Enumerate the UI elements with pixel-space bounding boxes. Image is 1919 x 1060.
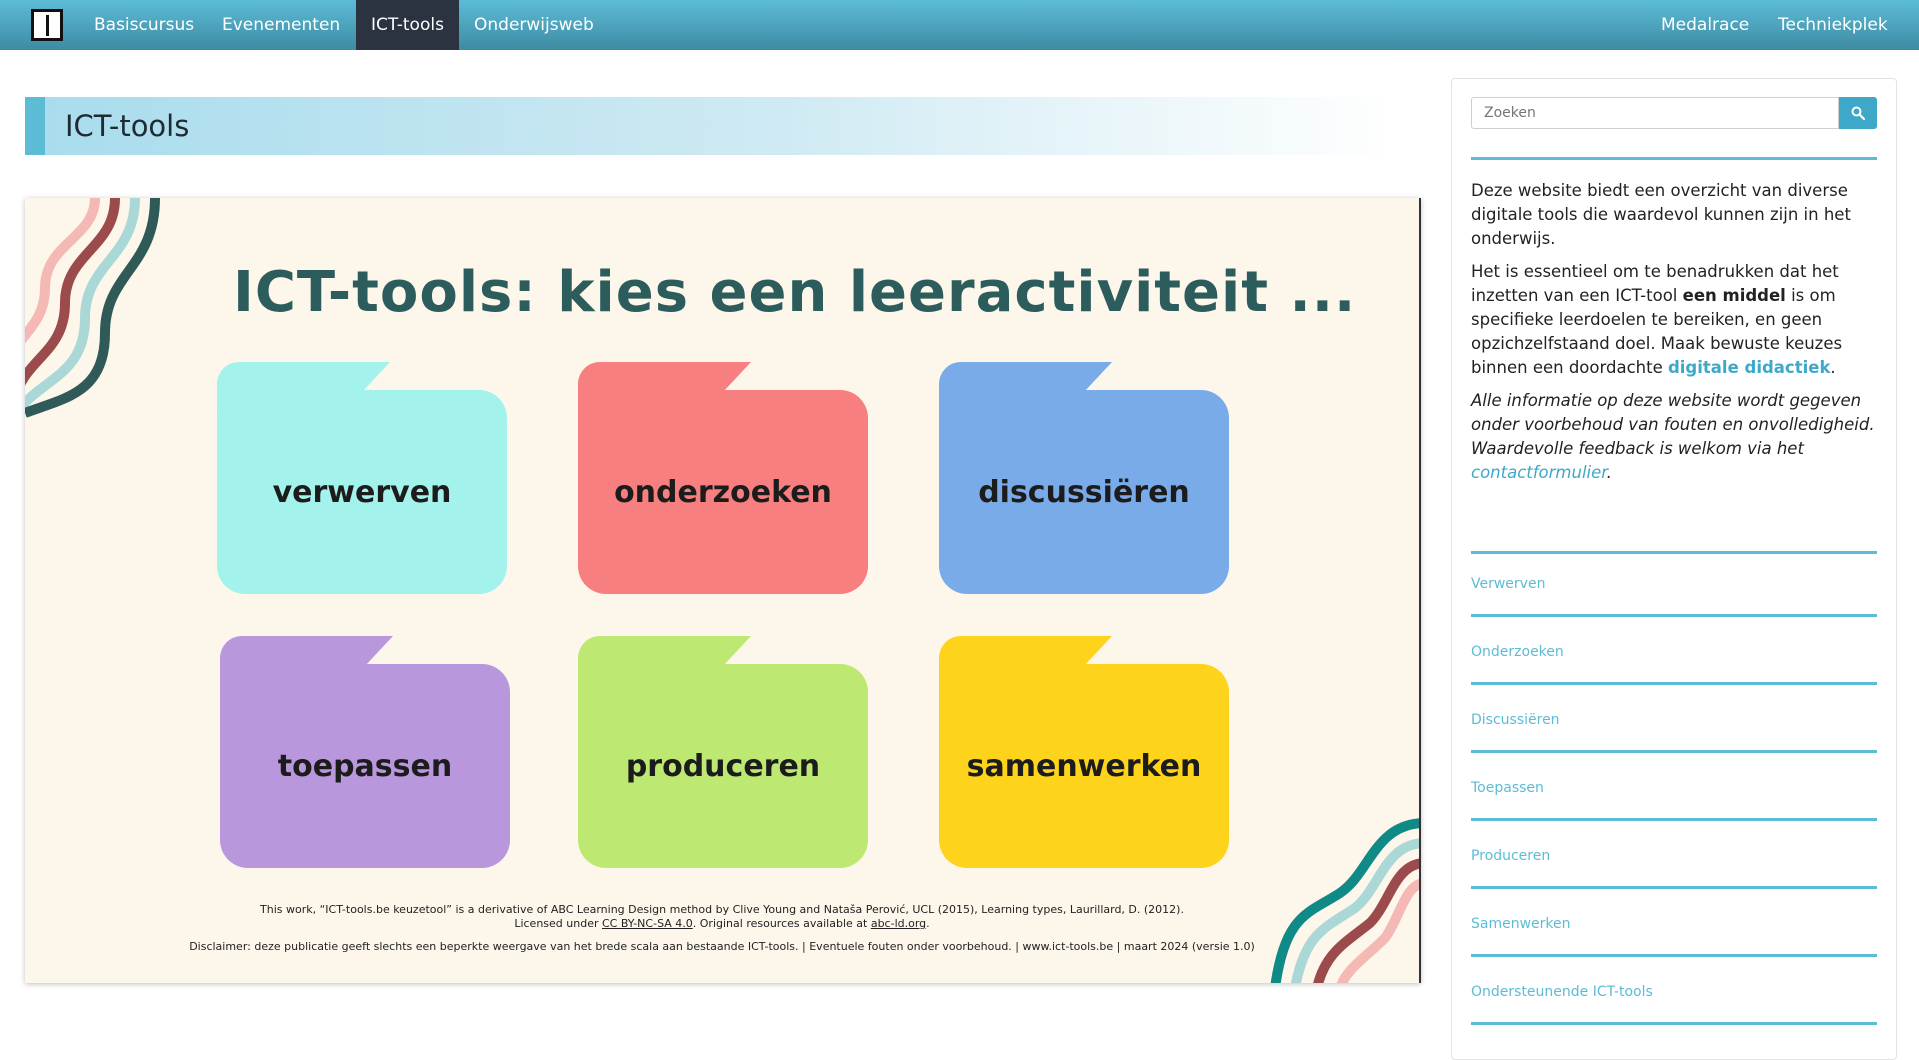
sidebar-link-produceren[interactable]: Produceren bbox=[1471, 848, 1550, 864]
intro-paragraph-1: Deze website biedt een overzicht van div… bbox=[1471, 181, 1851, 248]
abc-ld-link[interactable]: abc-ld.org bbox=[871, 917, 926, 930]
contactformulier-link[interactable]: contactformulier bbox=[1471, 463, 1607, 482]
digitale-didactiek-link[interactable]: digitale didactiek bbox=[1668, 358, 1830, 377]
sidebar-intro: Deze website biedt een overzicht van div… bbox=[1471, 179, 1883, 494]
intro-paragraph-2: Het is essentieel om te benadrukken dat … bbox=[1471, 260, 1883, 380]
folder-label-samenwerken: samenwerken bbox=[966, 748, 1202, 784]
divider bbox=[1471, 614, 1877, 617]
nav-item-basiscursus[interactable]: Basiscursus bbox=[94, 0, 194, 50]
intro-text: . bbox=[1606, 463, 1612, 482]
folder-toepassen[interactable]: toepassen bbox=[220, 636, 510, 868]
nav-item-evenementen[interactable]: Evenementen bbox=[222, 0, 340, 50]
folder-samenwerken[interactable]: samenwerken bbox=[939, 636, 1229, 868]
folder-label-discussieren: discussiëren bbox=[978, 474, 1190, 510]
sidebar-link-samenwerken[interactable]: Samenwerken bbox=[1471, 916, 1571, 932]
search-button[interactable] bbox=[1839, 97, 1877, 129]
nav-item-medalrace[interactable]: Medalrace bbox=[1661, 0, 1749, 50]
wave-decoration-bottom-right bbox=[1270, 818, 1419, 983]
nav-item-onderwijsweb[interactable]: Onderwijsweb bbox=[474, 0, 594, 50]
infographic-heading: ICT-tools: kies een leeractiviteit ... bbox=[233, 260, 1357, 325]
credit-line-2: Licensed under CC BY-NC-SA 4.0. Original… bbox=[25, 917, 1419, 930]
folder-label-produceren: produceren bbox=[625, 748, 821, 784]
search-icon bbox=[1851, 106, 1865, 120]
divider bbox=[1471, 682, 1877, 685]
book-icon[interactable] bbox=[31, 9, 63, 41]
folder-label-verwerven: verwerven bbox=[272, 474, 452, 510]
sidebar-link-ondersteunende-ict-tools[interactable]: Ondersteunende ICT-tools bbox=[1471, 984, 1653, 1000]
search-input[interactable] bbox=[1471, 97, 1839, 129]
divider bbox=[1471, 818, 1877, 821]
divider bbox=[1471, 750, 1877, 753]
folder-verwerven[interactable]: verwerven bbox=[217, 362, 507, 594]
intro-text: . bbox=[1830, 358, 1836, 377]
divider bbox=[1471, 954, 1877, 957]
folder-label-toepassen: toepassen bbox=[277, 748, 453, 784]
sidebar-link-toepassen[interactable]: Toepassen bbox=[1471, 780, 1544, 796]
ict-tools-infographic: ICT-tools: kies een leeractiviteit ... v… bbox=[25, 198, 1421, 983]
page-title-band: ICT-tools bbox=[25, 97, 1395, 155]
page-title: ICT-tools bbox=[65, 109, 190, 143]
divider bbox=[1471, 886, 1877, 889]
credit-line-1: This work, “ICT-tools.be keuzetool” is a… bbox=[260, 903, 1184, 916]
divider bbox=[1471, 551, 1877, 554]
wave-decoration-top-left bbox=[25, 198, 160, 418]
divider bbox=[1471, 1022, 1877, 1025]
intro-text: Alle informatie op deze website wordt ge… bbox=[1471, 391, 1875, 458]
folder-discussieren[interactable]: discussiëren bbox=[939, 362, 1229, 594]
sidebar-link-verwerven[interactable]: Verwerven bbox=[1471, 576, 1545, 592]
disclaimer: Disclaimer: deze publicatie geeft slecht… bbox=[189, 940, 1255, 953]
intro-bold-text: een middel bbox=[1682, 286, 1786, 305]
folder-produceren[interactable]: produceren bbox=[578, 636, 868, 868]
credit-text: Licensed under bbox=[514, 917, 602, 930]
intro-paragraph-3: Alle informatie op deze website wordt ge… bbox=[1471, 389, 1883, 485]
sidebar-link-onderzoeken[interactable]: Onderzoeken bbox=[1471, 644, 1564, 660]
credit-text: . bbox=[926, 917, 930, 930]
folder-onderzoeken[interactable]: onderzoeken bbox=[578, 362, 868, 594]
nav-item-ict-tools[interactable]: ICT-tools bbox=[356, 0, 459, 50]
sidebar: Deze website biedt een overzicht van div… bbox=[1451, 78, 1897, 1060]
folder-label-onderzoeken: onderzoeken bbox=[614, 474, 832, 510]
nav-item-techniekplek[interactable]: Techniekplek bbox=[1778, 0, 1888, 50]
sidebar-link-discussieren[interactable]: Discussiëren bbox=[1471, 712, 1560, 728]
credit-text: . Original resources available at bbox=[692, 917, 871, 930]
divider bbox=[1471, 157, 1877, 160]
top-navbar: Basiscursus Evenementen ICT-tools Onderw… bbox=[0, 0, 1919, 50]
license-link[interactable]: CC BY-NC-SA 4.0 bbox=[602, 917, 693, 930]
title-accent-bar bbox=[25, 97, 45, 155]
